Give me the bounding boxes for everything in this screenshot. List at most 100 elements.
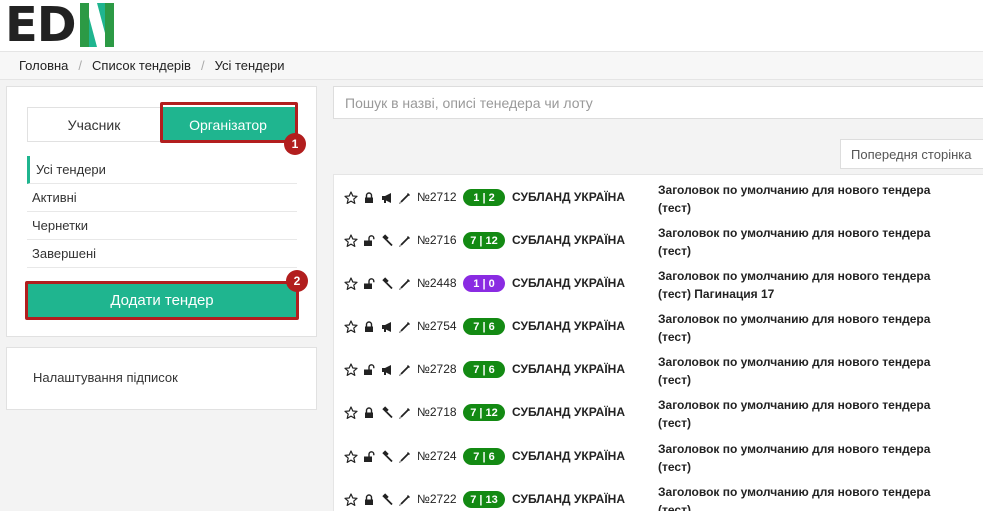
lock-icon (362, 191, 376, 205)
star-icon[interactable] (344, 277, 358, 291)
n-letter-logo-icon (79, 3, 114, 47)
tender-title[interactable]: Заголовок по умолчанию для нового тендер… (658, 267, 958, 303)
gavel-icon (380, 277, 394, 291)
role-participant-button[interactable]: Учасник (27, 107, 161, 142)
tender-row[interactable]: №2722 7 | 13 СУБЛАНД УКРАЇНА Заголовок по у… (334, 477, 983, 511)
organizer-name: СУБЛАНД УКРАЇНА (512, 276, 625, 290)
star-icon[interactable] (344, 234, 358, 248)
tender-title[interactable]: Заголовок по умолчанию для нового тендер… (658, 353, 958, 389)
lock-icon (362, 406, 376, 420)
pen-icon (398, 320, 412, 334)
tender-row[interactable]: №2724 7 | 6 СУБЛАНД УКРАЇНА Заголовок по ум… (334, 434, 983, 477)
tender-id[interactable]: №2722 (417, 492, 457, 506)
settings-panel: Налаштування підписок (6, 347, 317, 410)
gavel-icon (380, 234, 394, 248)
gavel-icon (380, 493, 394, 507)
star-icon[interactable] (344, 320, 358, 334)
pen-icon (398, 450, 412, 464)
lock-icon (362, 493, 376, 507)
menu-item-completed[interactable]: Завершені (27, 240, 297, 268)
tender-title[interactable]: Заголовок по умолчанию для нового тендер… (658, 310, 958, 346)
subscription-settings-link[interactable]: Налаштування підписок (33, 370, 178, 385)
tender-row[interactable]: №2448 1 | 0 СУБЛАНД УКРАЇНА Заголовок по ум… (334, 261, 983, 304)
breadcrumb-all-tenders: Усі тендери (214, 58, 285, 73)
organizer-name: СУБЛАНД УКРАЇНА (512, 492, 625, 506)
unlock-icon (362, 234, 376, 248)
menu-item-active[interactable]: Активні (27, 184, 297, 212)
breadcrumb-home[interactable]: Головна (19, 58, 68, 73)
pen-icon (398, 363, 412, 377)
organizer-name: СУБЛАНД УКРАЇНА (512, 190, 625, 204)
bids-counter-badge: 7 | 6 (463, 361, 505, 378)
search-input[interactable] (334, 87, 983, 118)
tender-row[interactable]: №2718 7 | 12 СУБЛАНД УКРАЇНА Заголовок по у… (334, 390, 983, 433)
tender-id[interactable]: №2724 (417, 449, 457, 463)
pen-icon (398, 493, 412, 507)
role-organizer-button[interactable]: Організатор (161, 107, 295, 142)
tender-title[interactable]: Заголовок по умолчанию для нового тендер… (658, 181, 958, 217)
pen-icon (398, 191, 412, 205)
unlock-icon (362, 450, 376, 464)
bids-counter-badge: 7 | 6 (463, 448, 505, 465)
logo-text: ED (5, 0, 77, 53)
breadcrumb-separator: / (200, 58, 205, 73)
add-tender-button[interactable]: Додати тендер (27, 283, 297, 318)
tender-id[interactable]: №2448 (417, 276, 457, 290)
breadcrumb: Головна / Список тендерів / Усі тендери (0, 51, 983, 80)
tender-id[interactable]: №2728 (417, 362, 457, 376)
lock-icon (362, 320, 376, 334)
tender-id[interactable]: №2754 (417, 319, 457, 333)
organizer-name: СУБЛАНД УКРАЇНА (512, 233, 625, 247)
top-bar: ED (0, 0, 983, 51)
star-icon[interactable] (344, 493, 358, 507)
pen-icon (398, 406, 412, 420)
tender-row[interactable]: №2716 7 | 12 СУБЛАНД УКРАЇНА Заголовок по у… (334, 218, 983, 261)
megaphone-icon (380, 320, 394, 334)
unlock-icon (362, 277, 376, 291)
organizer-name: СУБЛАНД УКРАЇНА (512, 319, 625, 333)
tender-id[interactable]: №2718 (417, 405, 457, 419)
organizer-name: СУБЛАНД УКРАЇНА (512, 405, 625, 419)
edin-logo[interactable]: ED (5, 0, 114, 53)
organizer-name: СУБЛАНД УКРАЇНА (512, 449, 625, 463)
star-icon[interactable] (344, 363, 358, 377)
tender-list: №2712 1 | 2 СУБЛАНД УКРАЇНА Заголовок по ум… (333, 174, 983, 511)
tender-id[interactable]: №2716 (417, 233, 457, 247)
pen-icon (398, 277, 412, 291)
tender-title[interactable]: Заголовок по умолчанию для нового тендер… (658, 224, 958, 260)
megaphone-icon (380, 363, 394, 377)
menu-item-all[interactable]: Усі тендери (27, 156, 297, 184)
organizer-name: СУБЛАНД УКРАЇНА (512, 362, 625, 376)
sidebar-panel: Учасник Організатор 1 Усі тендери Активн… (6, 86, 317, 337)
unlock-icon (362, 363, 376, 377)
bids-counter-badge: 1 | 0 (463, 275, 505, 292)
tender-row[interactable]: №2754 7 | 6 СУБЛАНД УКРАЇНА Заголовок по ум… (334, 304, 983, 347)
pen-icon (398, 234, 412, 248)
tender-title[interactable]: Заголовок по умолчанию для нового тендер… (658, 440, 958, 476)
star-icon[interactable] (344, 450, 358, 464)
breadcrumb-tender-list[interactable]: Список тендерів (92, 58, 191, 73)
star-icon[interactable] (344, 191, 358, 205)
megaphone-icon (380, 191, 394, 205)
tender-id[interactable]: №2712 (417, 190, 457, 204)
bids-counter-badge: 7 | 12 (463, 404, 505, 421)
tender-filter-menu: Усі тендери Активні Чернетки Завершені (27, 156, 297, 268)
breadcrumb-separator: / (78, 58, 83, 73)
gavel-icon (380, 450, 394, 464)
annotation-badge-2: 2 (286, 270, 308, 292)
annotation-badge-1: 1 (284, 133, 306, 155)
bids-counter-badge: 1 | 2 (463, 189, 505, 206)
role-toggle: Учасник Організатор (27, 107, 295, 142)
search-box (333, 86, 983, 119)
gavel-icon (380, 406, 394, 420)
star-icon[interactable] (344, 406, 358, 420)
tender-title[interactable]: Заголовок по умолчанию для нового тендер… (658, 396, 958, 432)
bids-counter-badge: 7 | 6 (463, 318, 505, 335)
previous-page-button[interactable]: Попередня сторінка (840, 139, 983, 169)
tender-row[interactable]: №2728 7 | 6 СУБЛАНД УКРАЇНА Заголовок по ум… (334, 347, 983, 390)
bids-counter-badge: 7 | 13 (463, 491, 505, 508)
menu-item-drafts[interactable]: Чернетки (27, 212, 297, 240)
bids-counter-badge: 7 | 12 (463, 232, 505, 249)
tender-row[interactable]: №2712 1 | 2 СУБЛАНД УКРАЇНА Заголовок по ум… (334, 175, 983, 218)
tender-title[interactable]: Заголовок по умолчанию для нового тендер… (658, 483, 958, 511)
